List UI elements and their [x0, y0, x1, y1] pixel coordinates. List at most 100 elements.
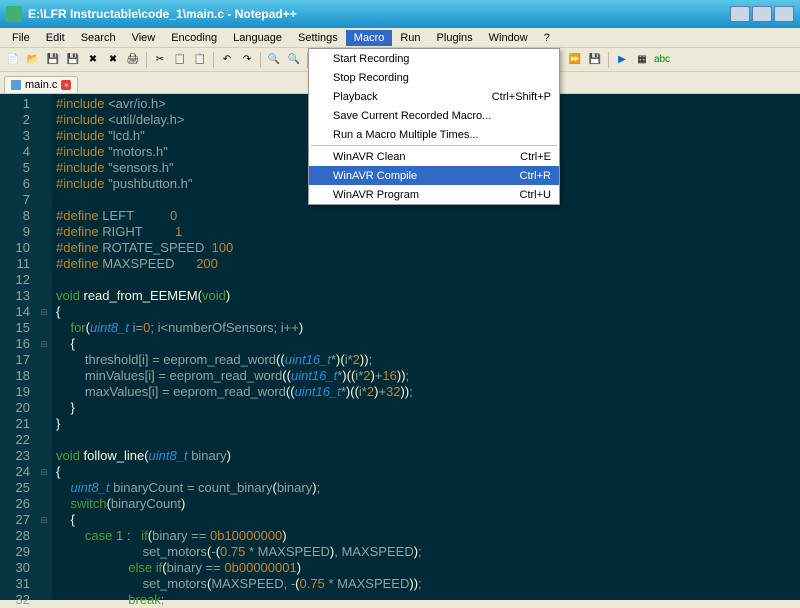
copy-icon[interactable]: 📋	[171, 51, 189, 69]
menu-item-run-a-macro-multiple-times-[interactable]: Run a Macro Multiple Times...	[309, 125, 559, 144]
code-line[interactable]	[56, 272, 800, 288]
cut-icon[interactable]: ✂	[151, 51, 169, 69]
savemacro-icon[interactable]: 💾	[586, 51, 604, 69]
menu-run[interactable]: Run	[392, 30, 428, 46]
fold-marker[interactable]	[36, 384, 52, 400]
code-line[interactable]: #define ROTATE_SPEED 100	[56, 240, 800, 256]
code-line[interactable]: }	[56, 400, 800, 416]
code-line[interactable]: for(uint8_t i=0; i<numberOfSensors; i++)	[56, 320, 800, 336]
menu-item-playback[interactable]: PlaybackCtrl+Shift+P	[309, 87, 559, 106]
menu-item-save-current-recorded-macro-[interactable]: Save Current Recorded Macro...	[309, 106, 559, 125]
tab-close-icon[interactable]: ×	[61, 80, 71, 90]
fold-marker[interactable]	[36, 256, 52, 272]
fold-marker[interactable]	[36, 576, 52, 592]
open-icon[interactable]: 📂	[24, 51, 42, 69]
run-icon[interactable]: ▶	[613, 51, 631, 69]
code-line[interactable]: minValues[i] = eeprom_read_word((uint16_…	[56, 368, 800, 384]
code-line[interactable]: #define RIGHT 1	[56, 224, 800, 240]
menu-settings[interactable]: Settings	[290, 30, 346, 46]
menu-language[interactable]: Language	[225, 30, 290, 46]
fold-marker[interactable]	[36, 416, 52, 432]
menu-item-winavr-clean[interactable]: WinAVR CleanCtrl+E	[309, 147, 559, 166]
new-icon[interactable]: 📄	[4, 51, 22, 69]
fold-marker[interactable]	[36, 208, 52, 224]
replace-icon[interactable]: 🔍	[285, 51, 303, 69]
redo-icon[interactable]: ↷	[238, 51, 256, 69]
tab-main-c[interactable]: main.c ×	[4, 76, 78, 93]
menu-item-winavr-program[interactable]: WinAVR ProgramCtrl+U	[309, 185, 559, 204]
fold-marker[interactable]	[36, 96, 52, 112]
code-line[interactable]: break;	[56, 592, 800, 608]
maximize-button[interactable]	[752, 6, 772, 22]
fold-marker[interactable]	[36, 528, 52, 544]
fold-marker[interactable]	[36, 272, 52, 288]
fold-marker[interactable]	[36, 144, 52, 160]
fold-marker[interactable]: ⊟	[36, 464, 52, 480]
menu-edit[interactable]: Edit	[38, 30, 73, 46]
paste-icon[interactable]: 📋	[191, 51, 209, 69]
fold-marker[interactable]	[36, 160, 52, 176]
menu-view[interactable]: View	[124, 30, 164, 46]
code-line[interactable]: else if(binary == 0b00000001)	[56, 560, 800, 576]
code-line[interactable]: }	[56, 416, 800, 432]
fold-marker[interactable]	[36, 400, 52, 416]
fold-marker[interactable]	[36, 448, 52, 464]
fold-marker[interactable]: ⊟	[36, 512, 52, 528]
code-line[interactable]: set_motors(-(0.75 * MAXSPEED), MAXSPEED)…	[56, 544, 800, 560]
spell-icon[interactable]: abc	[653, 51, 671, 69]
code-line[interactable]: void follow_line(uint8_t binary)	[56, 448, 800, 464]
code-line[interactable]: set_motors(MAXSPEED, -(0.75 * MAXSPEED))…	[56, 576, 800, 592]
menu-macro[interactable]: Macro	[346, 30, 393, 46]
code-line[interactable]: #define MAXSPEED 200	[56, 256, 800, 272]
fold-marker[interactable]	[36, 240, 52, 256]
fold-marker[interactable]	[36, 560, 52, 576]
fold-marker[interactable]	[36, 112, 52, 128]
find-icon[interactable]: 🔍	[265, 51, 283, 69]
fold-marker[interactable]	[36, 480, 52, 496]
fold-marker[interactable]	[36, 320, 52, 336]
menu-?[interactable]: ?	[536, 30, 558, 46]
print-icon[interactable]: 🖨	[124, 51, 142, 69]
close-file-icon[interactable]: ✖	[84, 51, 102, 69]
menu-item-start-recording[interactable]: Start Recording	[309, 49, 559, 68]
menu-file[interactable]: File	[4, 30, 38, 46]
code-line[interactable]: uint8_t binaryCount = count_binary(binar…	[56, 480, 800, 496]
fold-marker[interactable]	[36, 176, 52, 192]
console-icon[interactable]: ▦	[633, 51, 651, 69]
code-line[interactable]: #define LEFT 0	[56, 208, 800, 224]
closeall-icon[interactable]: ✖	[104, 51, 122, 69]
menu-item-stop-recording[interactable]: Stop Recording	[309, 68, 559, 87]
code-line[interactable]: {	[56, 464, 800, 480]
code-line[interactable]: {	[56, 512, 800, 528]
menu-search[interactable]: Search	[73, 30, 124, 46]
code-line[interactable]: {	[56, 336, 800, 352]
code-line[interactable]	[56, 432, 800, 448]
fold-marker[interactable]	[36, 192, 52, 208]
fold-marker[interactable]	[36, 496, 52, 512]
playmulti-icon[interactable]: ⏩	[566, 51, 584, 69]
fold-marker[interactable]	[36, 592, 52, 608]
fold-marker[interactable]	[36, 128, 52, 144]
menu-item-winavr-compile[interactable]: WinAVR CompileCtrl+R	[309, 166, 559, 185]
menu-window[interactable]: Window	[481, 30, 536, 46]
close-button[interactable]	[774, 6, 794, 22]
code-line[interactable]: {	[56, 304, 800, 320]
saveall-icon[interactable]: 💾	[64, 51, 82, 69]
menu-encoding[interactable]: Encoding	[163, 30, 225, 46]
code-line[interactable]: case 1 : if(binary == 0b10000000)	[56, 528, 800, 544]
code-line[interactable]: maxValues[i] = eeprom_read_word((uint16_…	[56, 384, 800, 400]
fold-marker[interactable]	[36, 224, 52, 240]
fold-marker[interactable]	[36, 432, 52, 448]
fold-marker[interactable]	[36, 288, 52, 304]
code-line[interactable]: switch(binaryCount)	[56, 496, 800, 512]
fold-marker[interactable]: ⊟	[36, 304, 52, 320]
fold-marker[interactable]: ⊟	[36, 336, 52, 352]
menu-plugins[interactable]: Plugins	[429, 30, 481, 46]
minimize-button[interactable]	[730, 6, 750, 22]
undo-icon[interactable]: ↶	[218, 51, 236, 69]
code-line[interactable]: threshold[i] = eeprom_read_word((uint16_…	[56, 352, 800, 368]
fold-marker[interactable]	[36, 352, 52, 368]
save-icon[interactable]: 💾	[44, 51, 62, 69]
fold-marker[interactable]	[36, 368, 52, 384]
fold-marker[interactable]	[36, 544, 52, 560]
